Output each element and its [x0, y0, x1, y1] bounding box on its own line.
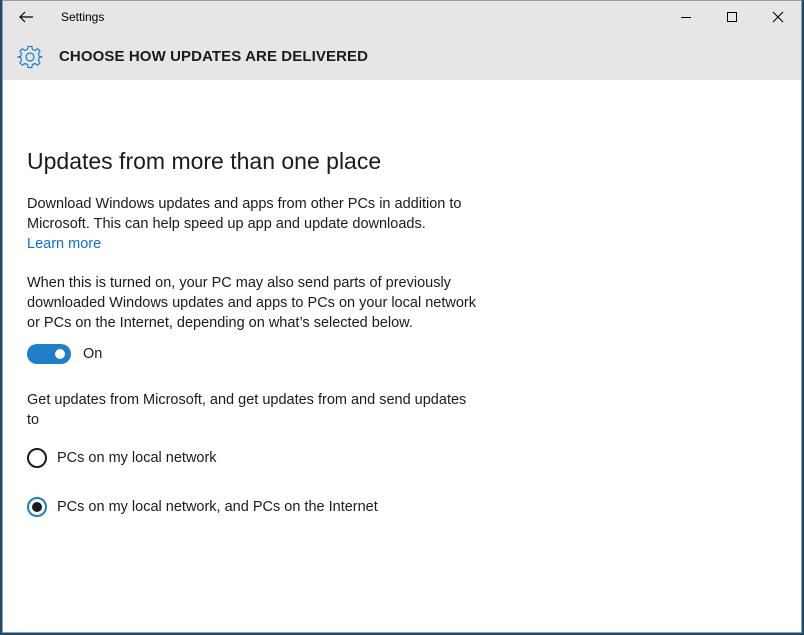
back-arrow-icon [19, 11, 33, 23]
maximize-icon [727, 12, 737, 22]
minimize-button[interactable] [663, 1, 709, 33]
settings-window: Settings CHOOSE HOW UPDATES ARE DELIVERE… [2, 0, 802, 633]
radio-label: PCs on my local network [57, 450, 217, 466]
radio-button[interactable] [27, 448, 47, 468]
app-title: Settings [61, 10, 105, 24]
radio-option-local-and-internet[interactable]: PCs on my local network, and PCs on the … [27, 496, 477, 518]
explanation-text: When this is turned on, your PC may also… [27, 275, 476, 331]
learn-more-link[interactable]: Learn more [27, 234, 101, 254]
back-button[interactable] [3, 1, 49, 33]
delivery-optimization-toggle-row: On [27, 343, 477, 365]
radio-option-local-network[interactable]: PCs on my local network [27, 447, 477, 469]
section-heading: Updates from more than one place [27, 148, 382, 174]
header-icon [7, 33, 53, 80]
delivery-optimization-toggle[interactable] [27, 344, 71, 364]
close-icon [772, 11, 784, 23]
title-bar: Settings [3, 1, 801, 33]
toggle-state-label: On [83, 346, 103, 362]
page-header: CHOOSE HOW UPDATES ARE DELIVERED [3, 33, 801, 80]
toggle-knob [55, 349, 65, 359]
minimize-icon [681, 17, 691, 18]
window-controls [663, 1, 801, 33]
gear-icon [17, 45, 43, 68]
radio-dot [32, 502, 42, 512]
options-intro-text: Get updates from Microsoft, and get upda… [27, 392, 467, 428]
main-content: Updates from more than one place Downloa… [27, 146, 477, 518]
radio-button-selected[interactable] [27, 497, 47, 517]
close-button[interactable] [755, 1, 801, 33]
radio-label: PCs on my local network, and PCs on the … [57, 499, 378, 515]
description-text: Download Windows updates and apps from o… [27, 196, 462, 232]
maximize-button[interactable] [709, 1, 755, 33]
page-title: CHOOSE HOW UPDATES ARE DELIVERED [59, 48, 369, 65]
